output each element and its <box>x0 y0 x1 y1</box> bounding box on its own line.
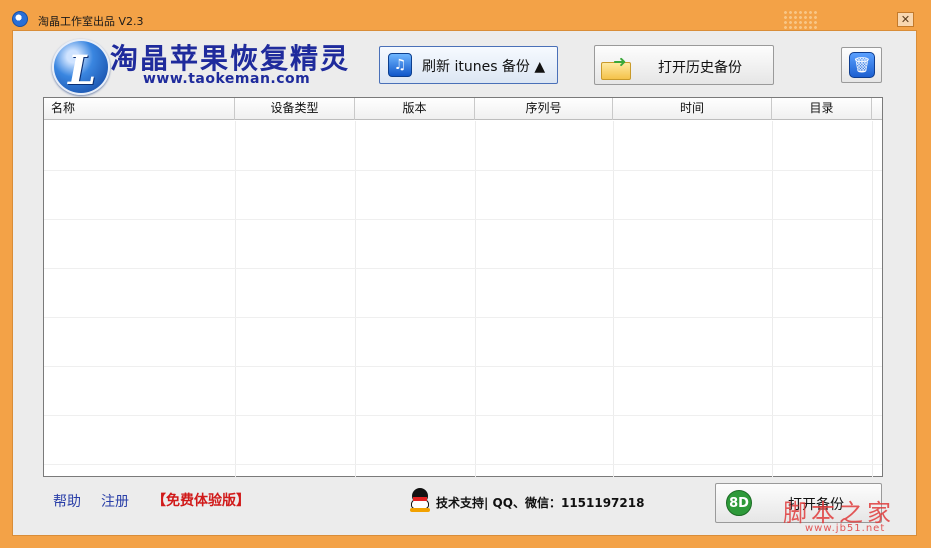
refresh-itunes-backup-button[interactable]: ♫ 刷新 itunes 备份 ▲ <box>379 46 558 84</box>
grid-line <box>44 170 882 171</box>
refresh-label: 刷新 itunes 备份 ▲ <box>422 59 546 75</box>
grid-line <box>44 317 882 318</box>
column-header-name[interactable]: 名称 <box>44 98 235 120</box>
app-logo-icon <box>12 11 28 27</box>
delete-button[interactable]: 🗑 <box>841 47 882 83</box>
column-header-version[interactable]: 版本 <box>355 98 475 120</box>
open-history-backup-button[interactable]: ➜ 打开历史备份 <box>594 45 774 85</box>
help-link[interactable]: 帮助 <box>53 491 81 511</box>
trial-version-label[interactable]: 【免费体验版】 <box>152 490 250 510</box>
column-header-serial[interactable]: 序列号 <box>475 98 613 120</box>
title-decoration <box>783 10 819 30</box>
grid-line <box>872 121 873 477</box>
title-bar: 淘晶工作室出品 V2.3 ✕ <box>0 0 931 30</box>
grid-line <box>772 121 773 477</box>
app-window: 淘晶工作室出品 V2.3 ✕ L 淘晶苹果恢复精灵 www.taokeman.c… <box>0 0 931 548</box>
trash-icon: 🗑 <box>849 52 875 78</box>
grid-line <box>44 268 882 269</box>
close-button[interactable]: ✕ <box>897 12 914 27</box>
grid-line <box>475 121 476 477</box>
qq-penguin-icon <box>410 488 430 512</box>
brand-logo-letter: L <box>68 47 97 94</box>
qq-scarf <box>413 497 427 501</box>
music-note-icon: ♫ <box>388 53 412 77</box>
column-header-time[interactable]: 时间 <box>613 98 772 120</box>
column-header-device-type[interactable]: 设备类型 <box>235 98 355 120</box>
grid-line <box>44 219 882 220</box>
support-contact: 技术支持| QQ、微信：1151197218 <box>436 496 645 510</box>
watermark-url: www.jb51.net <box>805 523 886 534</box>
folder-icon: ➜ <box>601 52 633 80</box>
brand-url: www.taokeman.com <box>143 71 311 87</box>
grid-line <box>44 464 882 465</box>
grid-line <box>235 121 236 477</box>
history-label: 打开历史备份 <box>658 60 742 76</box>
grid-line <box>44 366 882 367</box>
column-header-directory[interactable]: 目录 <box>772 98 872 120</box>
qq-feet <box>410 508 430 512</box>
window-title: 淘晶工作室出品 V2.3 <box>38 15 144 28</box>
table-header: 名称 设备类型 版本 序列号 时间 目录 <box>44 98 882 120</box>
grid-line <box>44 415 882 416</box>
grid-line <box>613 121 614 477</box>
main-panel: L 淘晶苹果恢复精灵 www.taokeman.com ♫ 刷新 itunes … <box>12 30 917 536</box>
arrow-icon: ➜ <box>613 52 627 71</box>
register-link[interactable]: 注册 <box>101 491 129 511</box>
open-backup-icon: 8D <box>726 490 752 516</box>
grid-line <box>355 121 356 477</box>
backup-table[interactable]: 名称 设备类型 版本 序列号 时间 目录 <box>43 97 883 477</box>
brand-logo: L <box>52 39 110 95</box>
